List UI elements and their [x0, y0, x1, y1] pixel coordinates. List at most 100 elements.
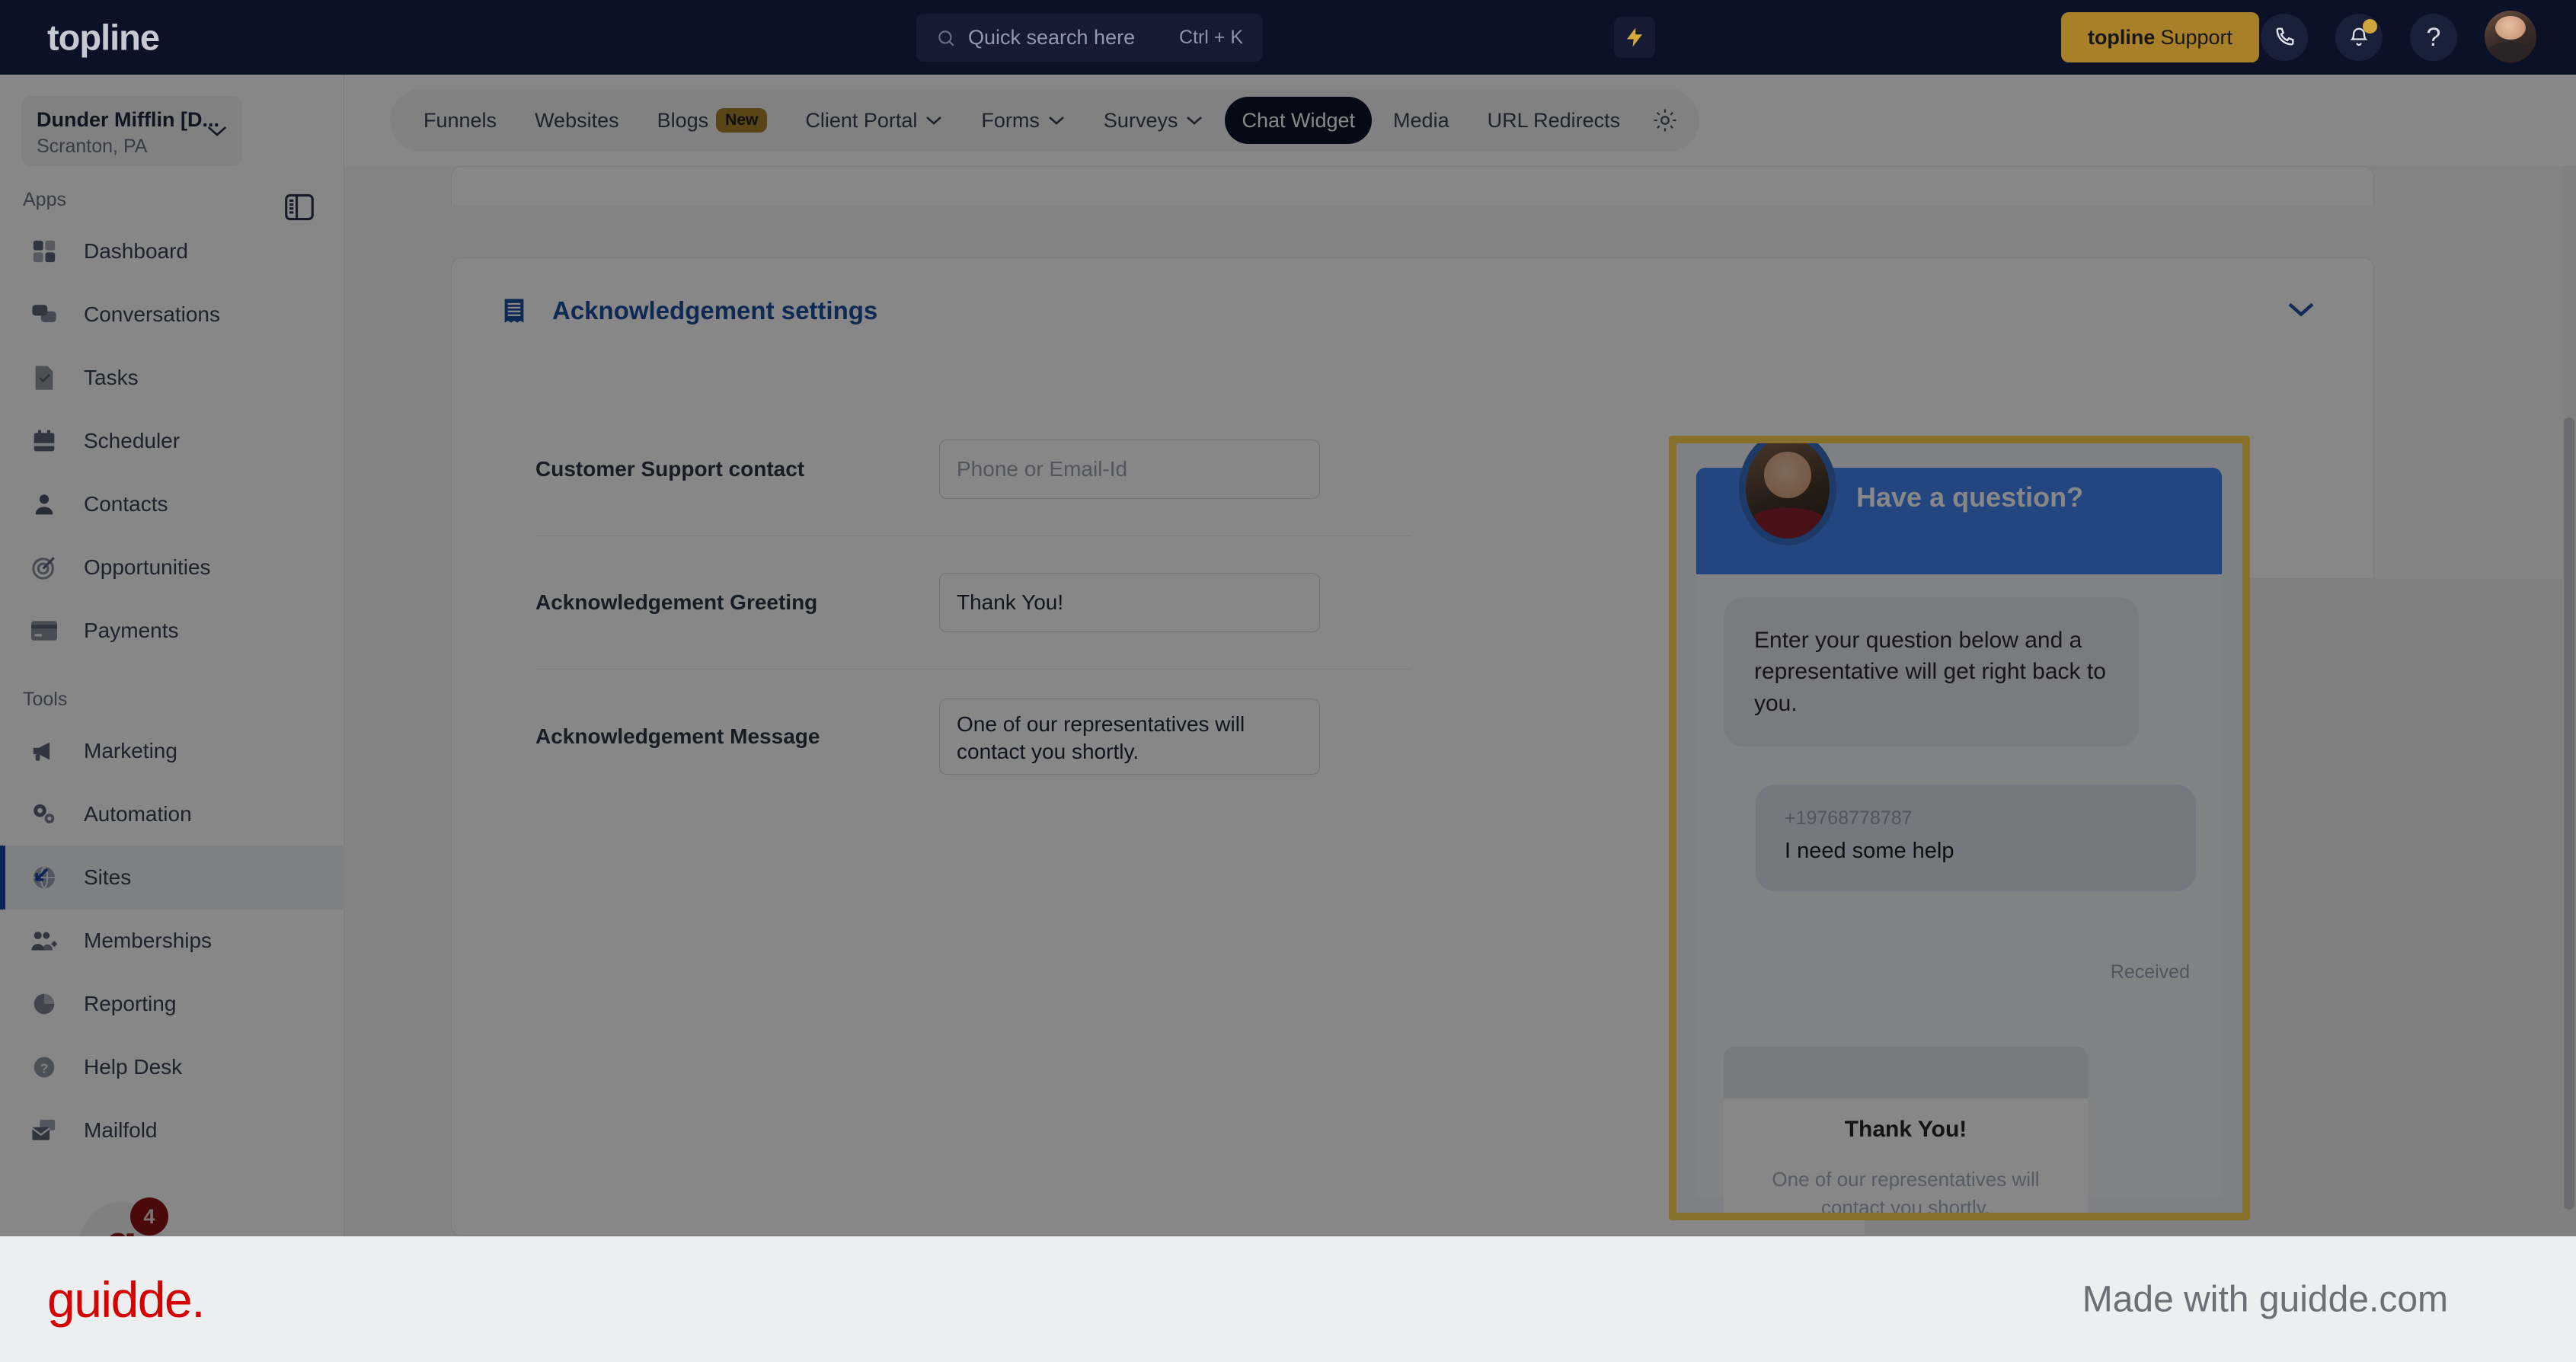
- tab-pill-group: Funnels Websites Blogs New Client Portal…: [390, 89, 1700, 152]
- ack-card-message: One of our representatives will contact …: [1772, 1168, 2040, 1213]
- sidebar-item-help-desk[interactable]: ? Help Desk: [0, 1035, 344, 1099]
- widget-incoming-bubble: +19768778787 I need some help: [1756, 785, 2196, 891]
- sidebar-item-memberships[interactable]: Memberships: [0, 909, 344, 973]
- person-icon: [29, 489, 59, 520]
- location-selector[interactable]: Dunder Mifflin [D... Scranton, PA: [21, 96, 242, 166]
- question-circle-icon: ?: [29, 1052, 59, 1082]
- sidebar-item-automation[interactable]: Automation: [0, 782, 344, 846]
- sidebar-item-label: Memberships: [84, 929, 213, 952]
- phone-icon: [2276, 27, 2294, 46]
- fab-unread-badge: 4: [130, 1197, 168, 1236]
- collapse-card-button[interactable]: [2286, 300, 2316, 322]
- sidebar-item-conversations[interactable]: Conversations: [0, 283, 344, 347]
- tab-chat-widget[interactable]: Chat Widget: [1225, 97, 1373, 144]
- card-header[interactable]: Acknowledgement settings: [452, 258, 2373, 363]
- widget-header-title: Have a question?: [1856, 481, 2084, 513]
- notifications-button[interactable]: [2335, 14, 2383, 61]
- mail-stack-icon: [29, 1115, 59, 1146]
- guidde-logo: guidde.: [47, 1271, 206, 1328]
- toggle-sidebar-icon: [285, 193, 314, 221]
- app-root: topline Quick search here Ctrl + K topli…: [0, 0, 2576, 1362]
- field-row-acknowledgement-message: Acknowledgement Message One of our repre…: [535, 670, 1411, 803]
- sidebar-item-label: Reporting: [84, 992, 177, 1015]
- gears-icon: [29, 799, 59, 830]
- sidebar-item-mailfold[interactable]: Mailfold: [0, 1098, 344, 1162]
- incoming-phone-number: +19768778787: [1785, 807, 1913, 829]
- location-sub: Scranton, PA: [37, 136, 148, 157]
- location-name: Dunder Mifflin [D...: [37, 108, 219, 131]
- acknowledgement-greeting-input[interactable]: Thank You!: [939, 573, 1320, 632]
- widget-body: Enter your question below and a represen…: [1696, 574, 2222, 1213]
- tab-label: Funnels: [423, 108, 497, 132]
- quick-search-box[interactable]: Quick search here Ctrl + K: [916, 14, 1263, 62]
- lightning-bolt-icon: [1627, 27, 1642, 47]
- search-icon: [938, 30, 954, 46]
- sidebar-item-tasks[interactable]: Tasks: [0, 346, 344, 410]
- tab-funnels[interactable]: Funnels: [407, 97, 513, 144]
- acknowledgement-message-input[interactable]: One of our representatives will contact …: [939, 698, 1320, 775]
- chevron-down-icon: [926, 117, 942, 125]
- sidebar-item-sites[interactable]: Sites: [0, 846, 344, 910]
- ack-card-strip: [1724, 1047, 2088, 1098]
- tab-label: Chat Widget: [1242, 108, 1356, 132]
- sidebar-item-label: Contacts: [84, 492, 168, 516]
- sidebar-item-scheduler[interactable]: Scheduler: [0, 409, 344, 473]
- chat-widget-preview-highlight: Have a question? Enter your question bel…: [1669, 436, 2250, 1220]
- sidebar-item-payments[interactable]: Payments: [0, 599, 344, 663]
- sidebar-item-label: Sites: [84, 865, 132, 889]
- chevron-down-icon: [1187, 117, 1203, 125]
- tab-label: URL Redirects: [1487, 108, 1621, 132]
- widget-intro-bubble: Enter your question below and a represen…: [1724, 597, 2139, 747]
- sidebar-item-contacts[interactable]: Contacts: [0, 472, 344, 536]
- sidebar-item-label: Tasks: [84, 366, 139, 389]
- sidebar-item-reporting[interactable]: Reporting: [0, 972, 344, 1036]
- tab-media[interactable]: Media: [1376, 97, 1466, 144]
- top-navigation-bar: topline Quick search here Ctrl + K topli…: [0, 0, 2576, 75]
- ack-card-title: Thank You!: [1844, 1117, 1967, 1142]
- sites-tab-bar: Funnels Websites Blogs New Client Portal…: [344, 75, 2576, 166]
- content-scrollbar-thumb[interactable]: [2564, 417, 2574, 1210]
- help-button[interactable]: ?: [2410, 14, 2457, 61]
- chat-widget-preview: Have a question? Enter your question bel…: [1676, 443, 2242, 1213]
- sidebar-item-opportunities[interactable]: Opportunities: [0, 536, 344, 599]
- user-avatar[interactable]: [2485, 11, 2536, 62]
- topline-support-button[interactable]: topline Support: [2061, 12, 2259, 62]
- tab-client-portal[interactable]: Client Portal: [788, 97, 960, 144]
- chevron-down-icon: [2288, 302, 2314, 317]
- notification-dot: [2363, 19, 2377, 34]
- field-label: Acknowledgement Greeting: [535, 590, 818, 614]
- tab-label: Blogs: [657, 108, 709, 132]
- tab-surveys[interactable]: Surveys: [1087, 97, 1221, 144]
- previous-settings-card-edge: [451, 166, 2374, 206]
- new-badge: New: [716, 108, 768, 133]
- tab-websites[interactable]: Websites: [518, 97, 636, 144]
- question-mark-icon: ?: [2426, 22, 2441, 52]
- sidebar-item-label: Payments: [84, 619, 179, 642]
- sidebar-section-tools: Tools: [23, 689, 68, 710]
- sidebar-item-marketing[interactable]: Marketing: [0, 719, 344, 783]
- megaphone-icon: [29, 736, 59, 766]
- tab-forms[interactable]: Forms: [964, 97, 1082, 144]
- agent-avatar: [1739, 443, 1836, 545]
- sidebar-item-dashboard[interactable]: Dashboard: [0, 219, 344, 283]
- support-brand-text: topline: [2087, 25, 2156, 49]
- made-with-guidde-text: Made with guidde.com: [2082, 1279, 2448, 1319]
- tab-url-redirects[interactable]: URL Redirects: [1471, 97, 1638, 144]
- sidebar-item-label: Opportunities: [84, 555, 211, 579]
- phone-button[interactable]: [2261, 14, 2308, 61]
- customer-support-contact-input[interactable]: Phone or Email-Id: [939, 440, 1320, 499]
- guidde-footer: guidde. Made with guidde.com: [0, 1236, 2576, 1362]
- sidebar-section-apps: Apps: [23, 189, 66, 210]
- search-shortcut: Ctrl + K: [1178, 27, 1243, 48]
- lightning-bolt-button[interactable]: [1614, 17, 1655, 58]
- dashboard-puzzle-icon: [29, 236, 59, 267]
- incoming-message-text: I need some help: [1785, 839, 1954, 863]
- widget-acknowledgement-card: Thank You! One of our representatives wi…: [1724, 1047, 2088, 1213]
- people-add-icon: [29, 926, 59, 956]
- tab-blogs[interactable]: Blogs New: [641, 97, 785, 144]
- tab-settings-button[interactable]: [1652, 107, 1678, 133]
- sidebar-item-label: Automation: [84, 802, 192, 826]
- field-label: Customer Support contact: [535, 457, 805, 481]
- task-check-icon: [29, 363, 59, 393]
- sidebar-item-label: Dashboard: [84, 239, 188, 263]
